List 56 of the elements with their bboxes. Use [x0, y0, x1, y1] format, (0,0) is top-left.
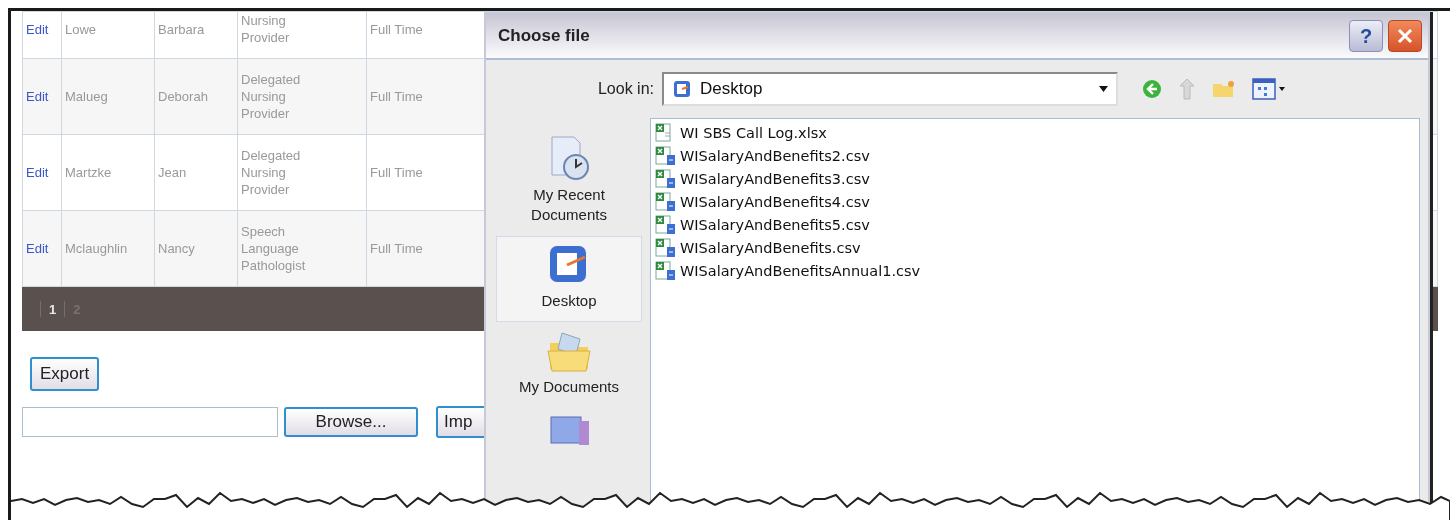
- table-cell: Barbara: [158, 21, 205, 37]
- file-item[interactable]: WISalaryAndBenefitsAnnual1.csv: [655, 259, 1415, 282]
- computer-icon: [547, 415, 591, 445]
- table-cell: Nancy: [158, 241, 195, 256]
- spreadsheet-csv-icon: [655, 168, 677, 189]
- place-item[interactable]: My Documents: [496, 322, 642, 408]
- table-cell: Full Time: [370, 165, 423, 180]
- export-button[interactable]: Export: [30, 357, 100, 391]
- edit-link[interactable]: Edit: [26, 89, 49, 104]
- spreadsheet-csv-icon: [655, 145, 677, 166]
- table-cell: Lowe: [65, 21, 97, 37]
- edit-link[interactable]: Edit: [26, 165, 49, 180]
- up-folder-icon[interactable]: [1178, 78, 1196, 100]
- table-cell-text: Nursing Provider: [241, 12, 291, 46]
- spreadsheet-csv-icon: [655, 191, 677, 212]
- file-item[interactable]: WISalaryAndBenefits2.csv: [655, 144, 1415, 167]
- spreadsheet-csv-icon: [655, 260, 677, 281]
- help-button[interactable]: ?: [1349, 20, 1383, 52]
- file-item[interactable]: WI SBS Call Log.xlsx: [655, 121, 1415, 144]
- spreadsheet-csv-icon: [655, 237, 677, 258]
- folder-icon: [546, 329, 592, 373]
- place-item[interactable]: My Recent Documents: [496, 128, 642, 236]
- spreadsheet-csv-icon: [655, 214, 677, 235]
- file-path-field[interactable]: [22, 407, 278, 437]
- table-cell-text: Delegated Nursing Provider: [241, 71, 302, 122]
- browse-button[interactable]: Browse...: [284, 407, 418, 437]
- desktop-icon: [672, 79, 692, 99]
- caret-icon: [1099, 86, 1108, 92]
- file-item[interactable]: WISalaryAndBenefits.csv: [655, 236, 1415, 259]
- table-cell-text: Delegated Nursing Provider: [241, 147, 302, 198]
- table-cell: Full Time: [370, 241, 423, 256]
- edit-link[interactable]: Edit: [26, 21, 49, 37]
- look-in-label: Look in:: [596, 80, 655, 98]
- place-label: My Recent Documents: [530, 185, 608, 225]
- look-in-dropdown[interactable]: Desktop: [662, 72, 1118, 106]
- place-label: Desktop: [541, 291, 597, 311]
- file-item[interactable]: WISalaryAndBenefits3.csv: [655, 167, 1415, 190]
- file-item[interactable]: WISalaryAndBenefits4.csv: [655, 190, 1415, 213]
- page-link[interactable]: 1: [49, 301, 57, 317]
- edit-link[interactable]: Edit: [26, 241, 49, 256]
- table-cell: Martzke: [65, 165, 112, 180]
- table-cell: Deborah: [158, 89, 208, 104]
- table-cell: Mclaughlin: [65, 241, 128, 256]
- table-cell-text: Speech Language Pathologist: [241, 223, 307, 274]
- table-cell: Full Time: [370, 21, 423, 37]
- file-item[interactable]: WISalaryAndBenefits5.csv: [655, 213, 1415, 236]
- table-cell: Malueg: [65, 89, 108, 104]
- close-button[interactable]: [1388, 20, 1422, 52]
- view-menu-icon[interactable]: [1252, 78, 1286, 100]
- place-label: My Documents: [519, 377, 619, 397]
- dialog-title: Choose file: [498, 26, 590, 46]
- place-item[interactable]: Desktop: [496, 236, 642, 322]
- close-icon: [1397, 28, 1413, 44]
- new-folder-icon[interactable]: [1212, 80, 1236, 98]
- table-cell: Jean: [158, 165, 187, 180]
- table-cell: Full Time: [370, 89, 423, 104]
